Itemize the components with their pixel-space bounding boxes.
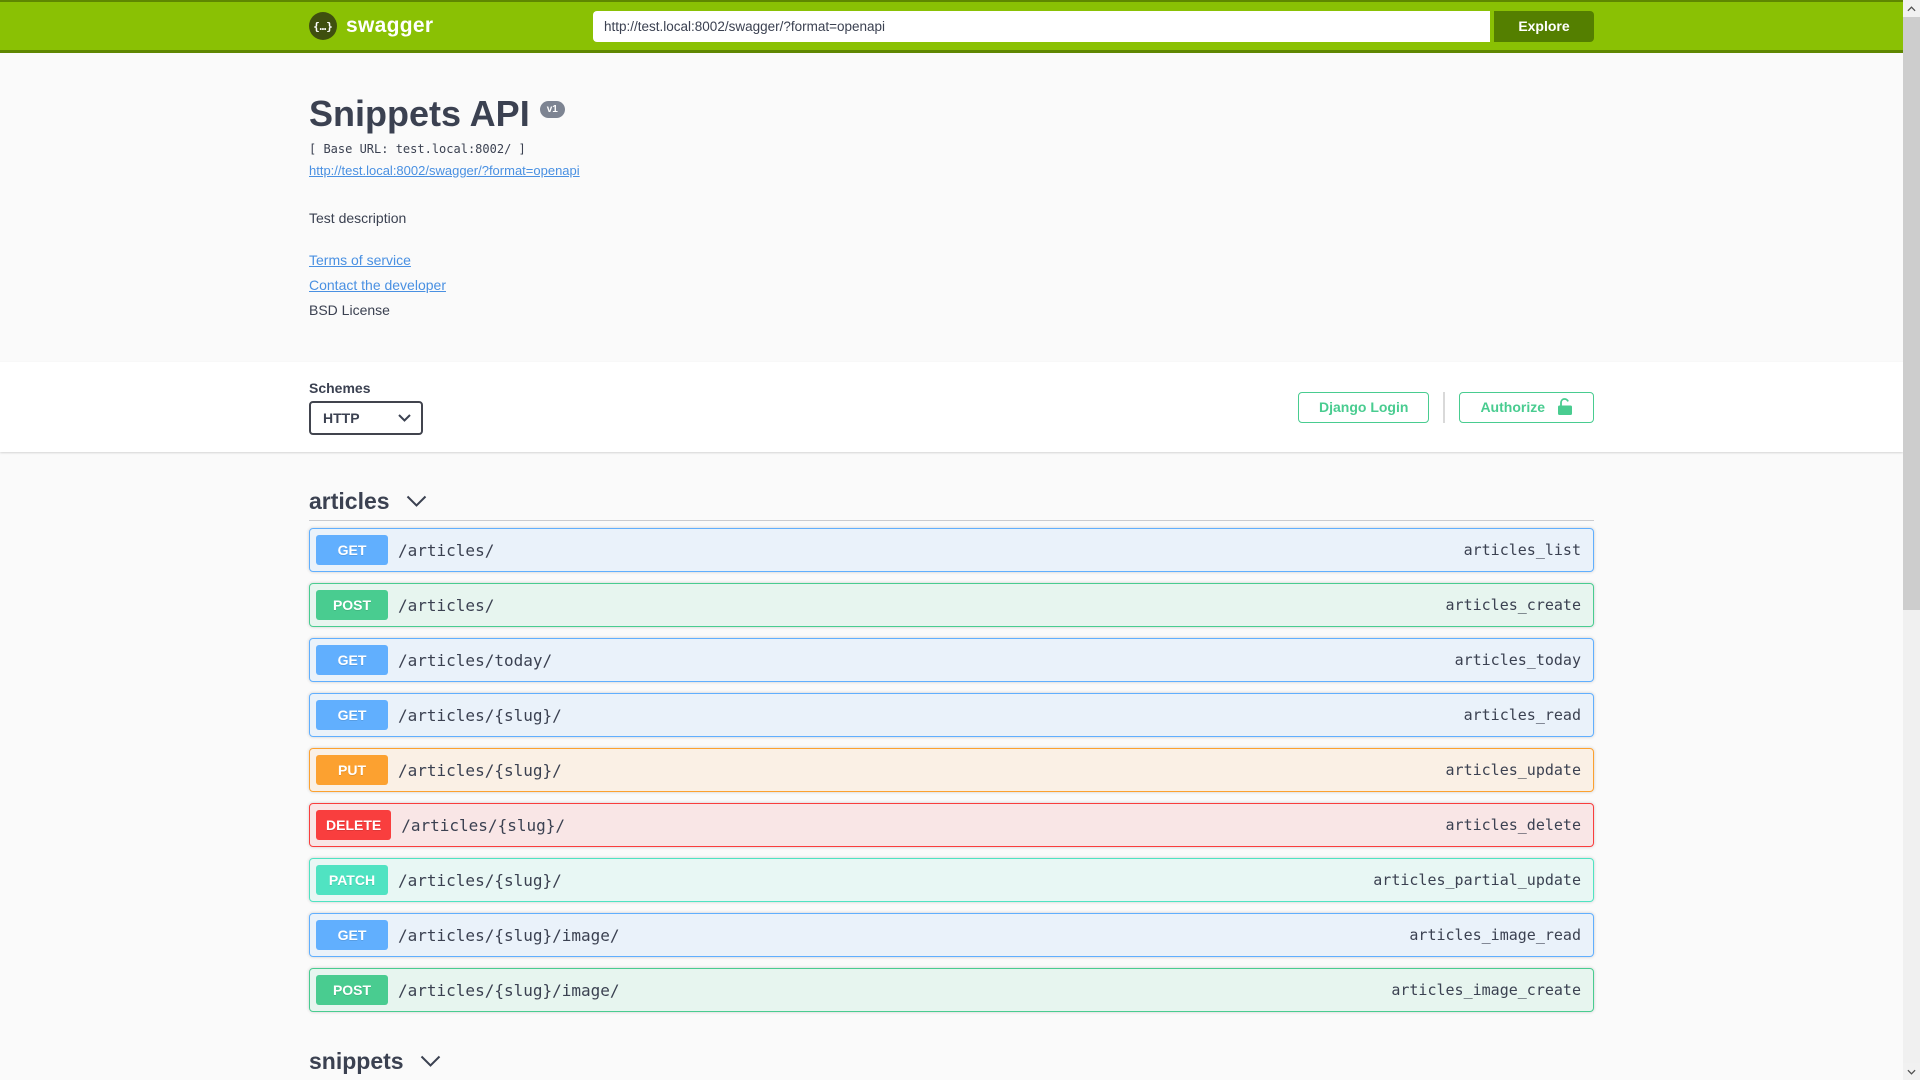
license-text: BSD License bbox=[309, 302, 390, 318]
section-header-snippets[interactable]: snippets bbox=[309, 1046, 1594, 1076]
swagger-page: {…} swagger Explore Snippets API v1 [ Bas… bbox=[0, 0, 1903, 1080]
contact-developer-link[interactable]: Contact the developer bbox=[309, 277, 446, 293]
topbar: {…} swagger Explore bbox=[0, 0, 1903, 53]
api-description: Test description bbox=[309, 210, 407, 226]
swagger-logo-icon: {…} bbox=[309, 12, 337, 40]
chevron-down-icon bbox=[398, 413, 411, 422]
operation-id: articles_today bbox=[1454, 651, 1581, 669]
scroll-down-arrow-icon[interactable] bbox=[1903, 1063, 1920, 1080]
schemes-block: Schemes HTTP bbox=[309, 380, 423, 435]
operation-row[interactable]: POST/articles/articles_create bbox=[309, 583, 1594, 627]
chevron-down-icon bbox=[420, 1055, 440, 1067]
method-badge: DELETE bbox=[316, 810, 392, 840]
operation-row[interactable]: POST/articles/{slug}/image/articles_imag… bbox=[309, 968, 1594, 1012]
operation-id: articles_partial_update bbox=[1373, 871, 1581, 889]
authorize-label: Authorize bbox=[1480, 399, 1545, 415]
operation-row[interactable]: PATCH/articles/{slug}/ articles_partial_u… bbox=[309, 858, 1594, 902]
method-badge: GET bbox=[316, 535, 388, 565]
operation-path: /articles/{slug}/image/ bbox=[398, 925, 620, 945]
operation-row[interactable]: GET/articles/{slug}/image/articles_image… bbox=[309, 913, 1594, 957]
terms-of-service-link[interactable]: Terms of service bbox=[309, 252, 411, 268]
scheme-container: Schemes HTTP Django Login Authorize bbox=[0, 362, 1903, 452]
operation-path: /articles/{slug}/ bbox=[398, 705, 562, 725]
section-header-articles[interactable]: articles bbox=[309, 486, 1594, 516]
base-url: [ Base URL: test.local:8002/ ] bbox=[309, 142, 526, 156]
operation-path: /articles/{slug}/image/ bbox=[398, 980, 620, 1000]
scrollbar-thumb[interactable] bbox=[1903, 17, 1920, 610]
auth-wrapper: Django Login Authorize bbox=[1298, 391, 1594, 423]
operation-path: /articles/{slug}/ bbox=[398, 760, 562, 780]
schemes-select[interactable]: HTTP bbox=[309, 400, 423, 435]
operation-row[interactable]: GET/articles/today/articles_today bbox=[309, 638, 1594, 682]
operation-path: /articles/today/ bbox=[398, 650, 553, 670]
operations-list: articles GET/articles/articles_list POST/a… bbox=[309, 486, 1594, 1080]
spec-link[interactable]: http://test.local:8002/swagger/?format=o… bbox=[309, 163, 580, 178]
method-badge: GET bbox=[316, 920, 388, 950]
brand-title: swagger bbox=[346, 14, 434, 37]
vertical-scrollbar[interactable] bbox=[1903, 0, 1920, 1080]
auth-divider bbox=[1443, 391, 1446, 423]
unlocked-padlock-icon bbox=[1558, 398, 1572, 415]
page-title: Snippets API bbox=[309, 93, 530, 134]
section-snippets: snippetsGET/snippets/snippets_list bbox=[309, 1046, 1594, 1080]
operation-row[interactable]: GET/articles/{slug}/ articles_read bbox=[309, 693, 1594, 737]
operation-row[interactable]: GET/articles/articles_list bbox=[309, 528, 1594, 572]
section-articles: articles GET/articles/articles_list POST/a… bbox=[309, 486, 1594, 1012]
operation-id: articles_create bbox=[1445, 596, 1581, 614]
operation-id: articles_read bbox=[1463, 706, 1581, 724]
method-badge: POST bbox=[316, 590, 388, 620]
operation-id: articles_image_read bbox=[1409, 926, 1581, 944]
operation-id: articles_delete bbox=[1445, 816, 1581, 834]
operation-path: /articles/{slug}/ bbox=[398, 870, 562, 890]
section-title: articles bbox=[309, 487, 390, 514]
operation-id: articles_list bbox=[1463, 541, 1581, 559]
schemes-label: Schemes bbox=[309, 379, 371, 396]
django-login-button[interactable]: Django Login bbox=[1298, 391, 1430, 423]
operation-id: articles_update bbox=[1445, 761, 1581, 779]
version-badge: v1 bbox=[539, 101, 565, 118]
explore-button[interactable]: Explore bbox=[1494, 10, 1594, 42]
operation-path: /articles/{slug}/ bbox=[401, 815, 565, 835]
info-section: Snippets API v1 [ Base URL: test.local:80… bbox=[0, 53, 1903, 362]
method-badge: GET bbox=[316, 645, 388, 675]
scroll-up-arrow-icon[interactable] bbox=[1903, 0, 1920, 17]
method-badge: GET bbox=[316, 700, 388, 730]
operation-row[interactable]: PUT/articles/{slug}/ articles_update bbox=[309, 748, 1594, 792]
section-divider bbox=[309, 520, 1594, 521]
operation-id: articles_image_create bbox=[1391, 981, 1581, 999]
section-title: snippets bbox=[309, 1047, 404, 1074]
title-row: Snippets API v1 bbox=[309, 93, 1594, 135]
django-login-label: Django Login bbox=[1319, 399, 1409, 415]
operation-row[interactable]: DELETE/articles/{slug}/ articles_delete bbox=[309, 803, 1594, 847]
method-badge: PATCH bbox=[316, 865, 388, 895]
operation-path: /articles/ bbox=[398, 595, 495, 615]
method-badge: POST bbox=[316, 975, 388, 1005]
method-badge: PUT bbox=[316, 755, 388, 785]
chevron-down-icon bbox=[406, 495, 426, 507]
spec-url-input[interactable] bbox=[593, 10, 1490, 42]
operation-path: /articles/ bbox=[398, 540, 495, 560]
schemes-selected-value: HTTP bbox=[323, 409, 360, 426]
authorize-button[interactable]: Authorize bbox=[1459, 391, 1594, 423]
